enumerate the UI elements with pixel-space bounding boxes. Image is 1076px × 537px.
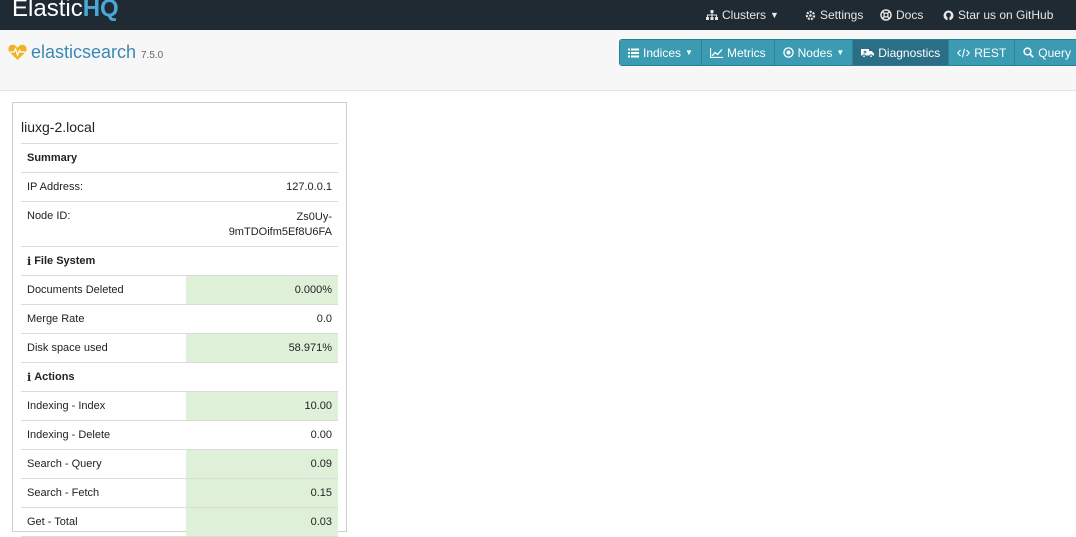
nodeid-value: Zs0Uy- 9mTDOifm5Ef8U6FA [186, 202, 338, 240]
settings-label: Settings [820, 8, 864, 22]
diagnostics-button[interactable]: Diagnostics [853, 40, 950, 65]
table-row: IP Address: 127.0.0.1 [21, 173, 338, 202]
query-button[interactable]: Query [1015, 40, 1076, 65]
ip-value: 127.0.0.1 [286, 181, 332, 193]
nodes-label: Nodes [797, 45, 833, 60]
table-row: Search - Query 0.09 [21, 450, 338, 479]
rest-label: REST [974, 45, 1007, 60]
stat-label: Indexing - Index [27, 400, 106, 412]
table-row: Indexing - Index 10.00 [21, 392, 338, 421]
nodeid-line2: 9mTDOifm5Ef8U6FA [228, 226, 332, 238]
stat-label: Documents Deleted [27, 284, 124, 296]
sitemap-icon [706, 9, 718, 21]
table-row: Merge Rate 0.0 [21, 305, 338, 334]
stat-label: Merge Rate [27, 313, 85, 325]
stat-label: Indexing - Delete [27, 429, 111, 441]
ambulance-icon [861, 48, 875, 58]
table-row: Documents Deleted 0.000% [21, 276, 338, 305]
nodeid-label: Node ID: [27, 210, 71, 222]
chevron-down-icon: ▼ [836, 48, 845, 57]
github-label: Star us on GitHub [958, 8, 1054, 22]
stat-value: 0.000% [186, 276, 338, 304]
rest-button[interactable]: REST [949, 40, 1016, 65]
brand-part2: HQ [82, 0, 119, 22]
actions-header-row: i Actions [21, 363, 338, 392]
table-row: Indexing - Delete 0.00 [21, 421, 338, 450]
filesystem-header-label: File System [34, 255, 96, 267]
settings-link[interactable]: Settings [805, 0, 863, 30]
clusters-label: Clusters [722, 8, 767, 22]
code-icon [957, 48, 971, 58]
github-link[interactable]: Star us on GitHub [943, 0, 1053, 30]
main-toolbar: Indices ▼ Metrics Nodes ▼ Diagnostics RE… [619, 39, 1076, 66]
stat-value: 58.971% [186, 334, 338, 362]
stat-value: 10.00 [186, 392, 338, 420]
metrics-button[interactable]: Metrics [701, 40, 775, 65]
stat-value: 0.15 [186, 479, 338, 507]
stat-value: 0.03 [186, 508, 338, 536]
top-navbar: ElasticHQ Clusters ▼ Settings Docs Star … [0, 0, 1076, 30]
es-version: 7.5.0 [141, 50, 164, 61]
summary-header-row: Summary [21, 144, 338, 173]
ip-label: IP Address: [27, 181, 84, 193]
heartbeat-icon [8, 44, 27, 66]
actions-header: i Actions [21, 363, 186, 391]
stat-label: Search - Fetch [27, 487, 100, 499]
clusters-menu[interactable]: Clusters ▼ [706, 0, 779, 30]
stat-label: Disk space used [27, 342, 108, 354]
table-row: Get - Total 0.03 [21, 508, 338, 537]
table-row: Disk space used 58.971% [21, 334, 338, 363]
info-icon[interactable]: i [27, 255, 31, 268]
node-panel: liuxg-2.local Summary IP Address: 127.0.… [12, 102, 347, 537]
diagnostics-label: Diagnostics [878, 45, 941, 60]
dot-circle-icon [782, 47, 794, 58]
info-icon[interactable]: i [27, 371, 31, 384]
docs-label: Docs [896, 8, 924, 22]
stat-value: 0.09 [186, 450, 338, 478]
table-row: Search - Fetch 0.15 [21, 479, 338, 508]
github-icon [943, 10, 954, 21]
filesystem-header-row: i File System [21, 247, 338, 276]
filesystem-header: i File System [21, 247, 186, 275]
app-logo[interactable]: ElasticHQ [12, 0, 119, 24]
search-icon [1023, 47, 1035, 58]
stat-value: 0.0 [316, 313, 332, 325]
life-ring-icon [880, 9, 892, 21]
docs-link[interactable]: Docs [880, 0, 923, 30]
node-stats-table: Summary IP Address: 127.0.0.1 Node ID: Z… [21, 143, 338, 537]
list-icon [628, 48, 639, 58]
stat-label: Get - Total [27, 516, 78, 528]
actions-header-label: Actions [34, 371, 75, 383]
nodes-button[interactable]: Nodes ▼ [774, 40, 854, 65]
nodeid-line1: Zs0Uy- [296, 211, 332, 223]
metrics-label: Metrics [726, 45, 766, 60]
table-row: Node ID: Zs0Uy- 9mTDOifm5Ef8U6FA [21, 202, 338, 247]
query-label: Query [1038, 45, 1071, 60]
gear-icon [805, 10, 816, 21]
line-chart-icon [709, 47, 723, 58]
chevron-down-icon: ▼ [770, 10, 779, 20]
brand-part1: Elastic [12, 0, 83, 22]
es-product-name: elasticsearch [31, 42, 137, 62]
stat-value: 0.00 [310, 429, 332, 441]
stat-label: Search - Query [27, 458, 102, 470]
summary-header: Summary [27, 152, 78, 164]
node-title: liuxg-2.local [21, 119, 95, 135]
chevron-down-icon: ▼ [685, 48, 693, 57]
indices-button[interactable]: Indices ▼ [620, 40, 702, 65]
indices-label: Indices [643, 45, 682, 60]
